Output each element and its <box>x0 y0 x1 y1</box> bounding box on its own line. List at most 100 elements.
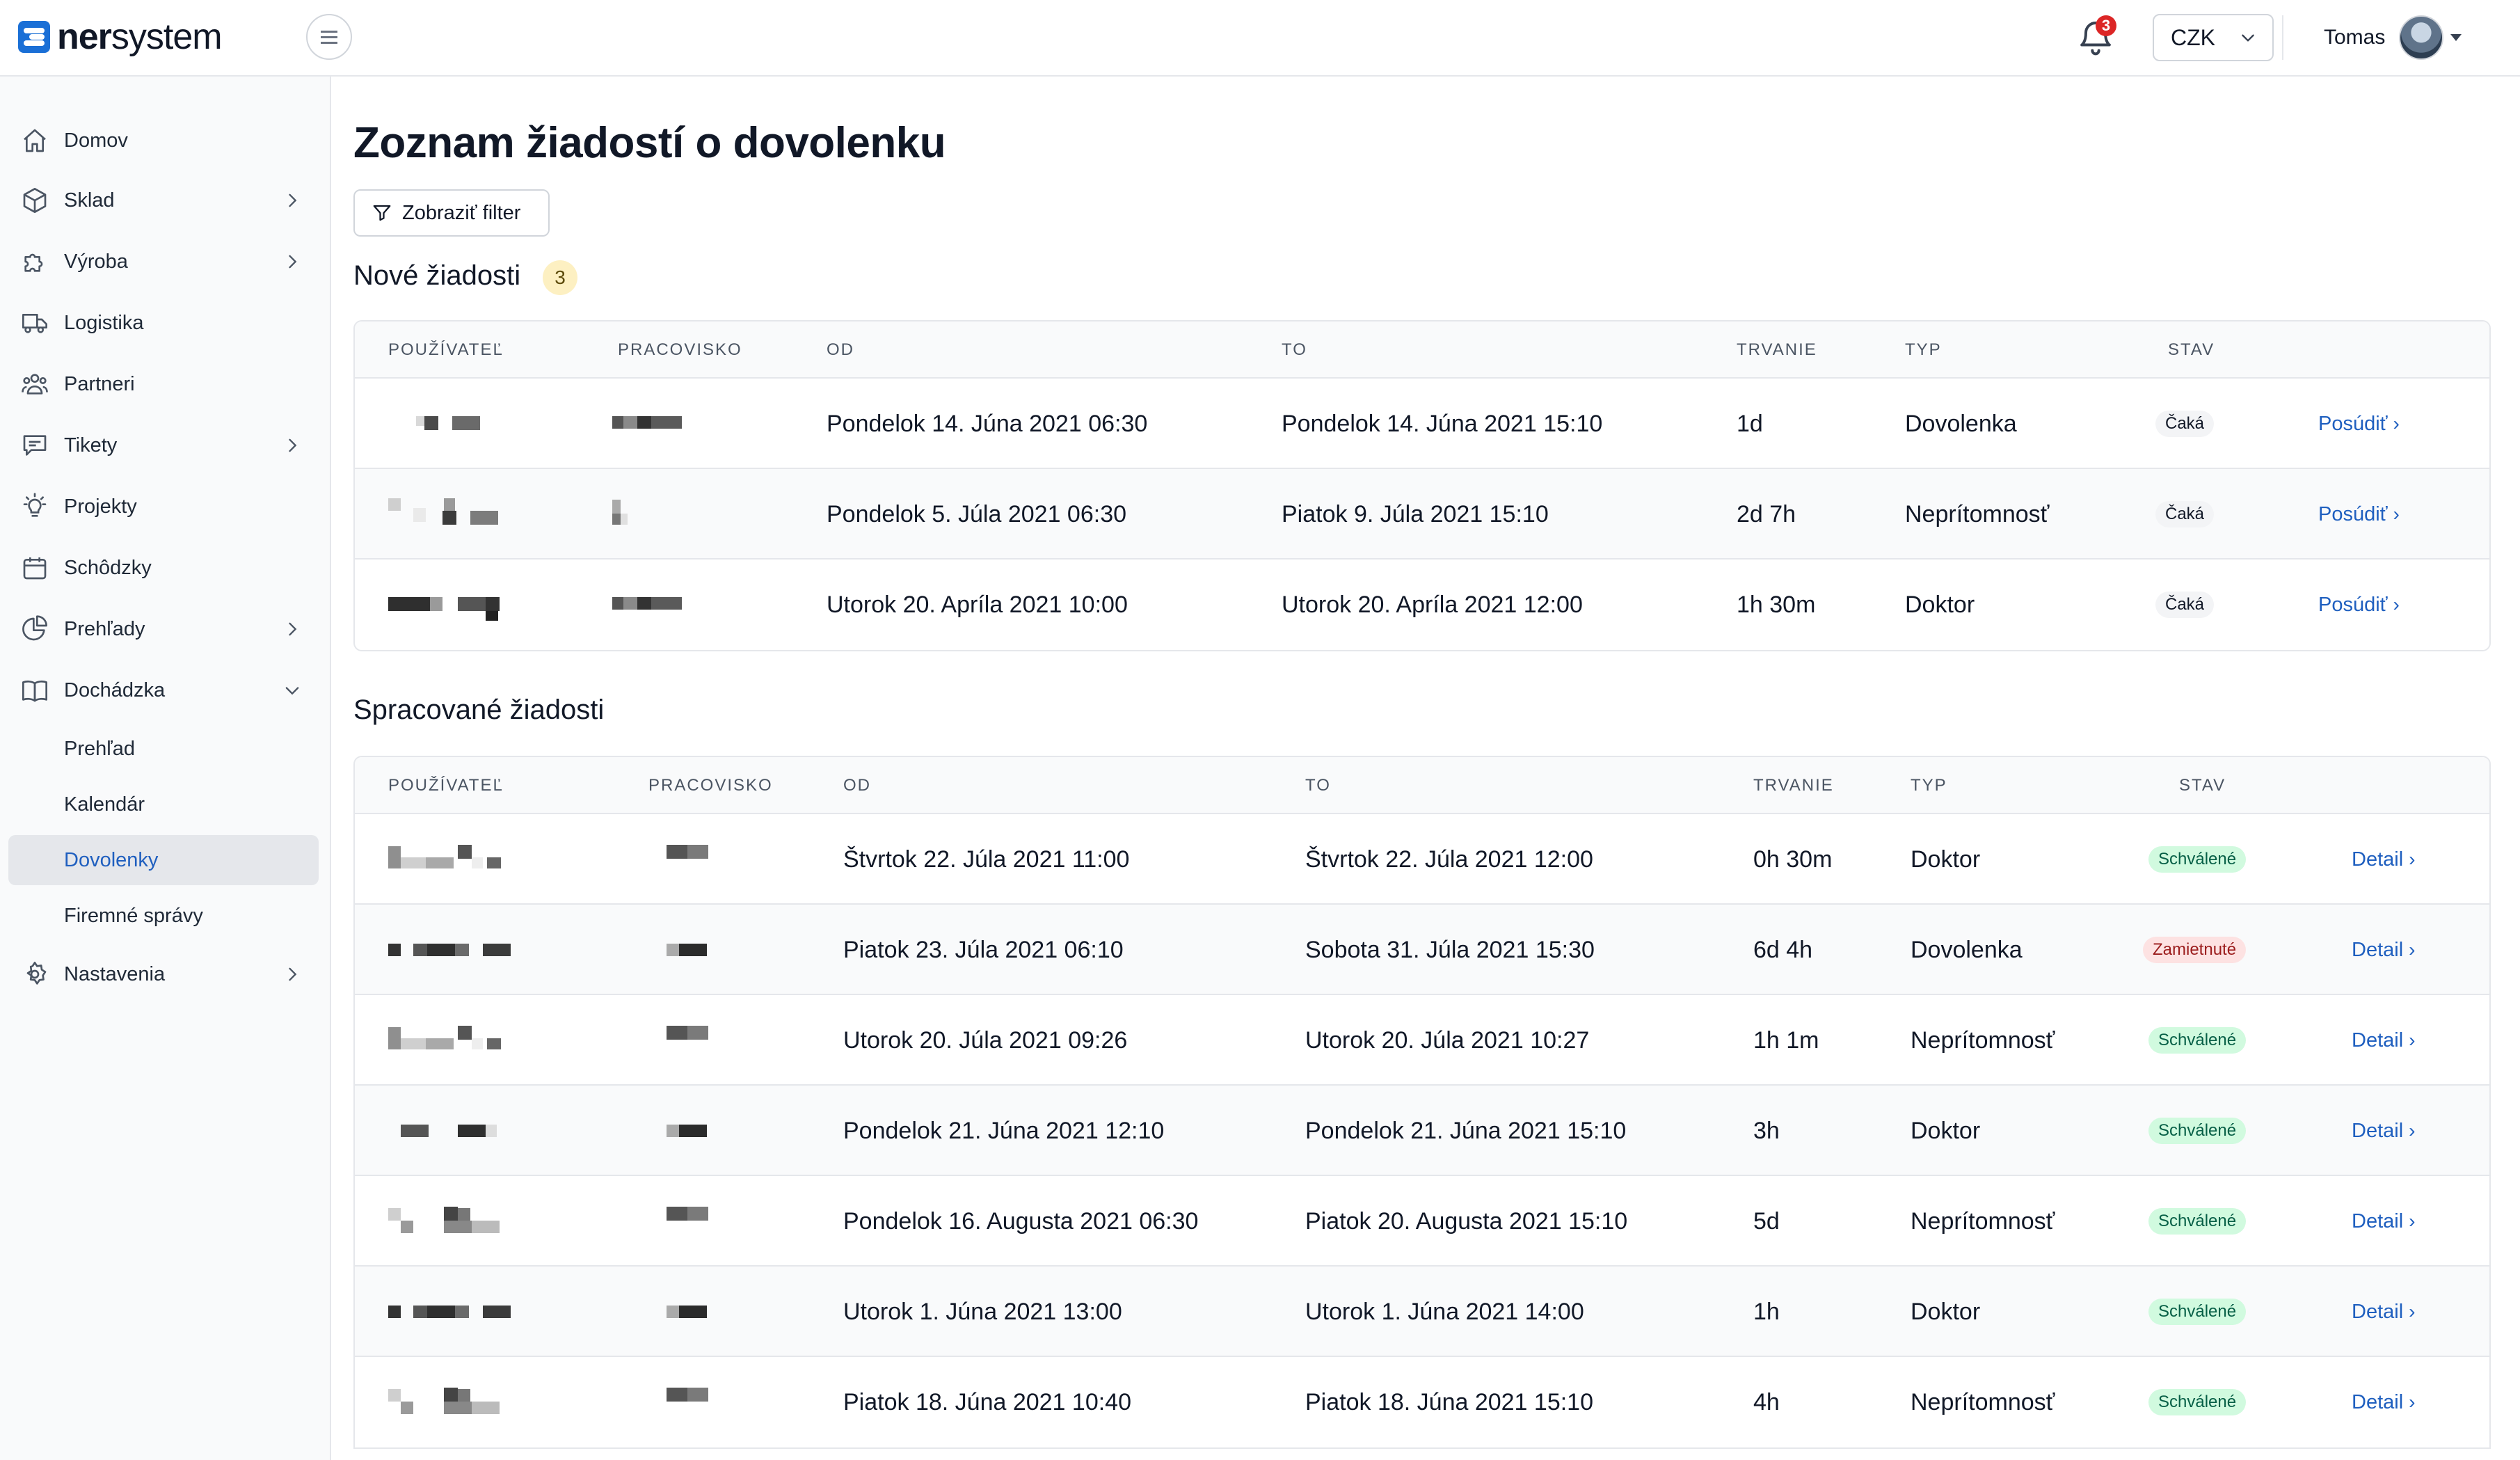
users-icon <box>22 374 48 395</box>
status-badge: Schválené <box>2148 1027 2247 1054</box>
column-header-user: POUŽÍVATEĽ <box>388 340 504 359</box>
review-link[interactable]: Posúdiť › <box>2318 379 2400 469</box>
sidebar-subitem-dovolenky[interactable]: Dovolenky <box>8 835 319 885</box>
status-badge: Zamietnuté <box>2143 937 2247 963</box>
table-row[interactable]: Utorok 20. Júla 2021 09:26 Utorok 20. Jú… <box>355 995 2489 1086</box>
new-requests-count-badge: 3 <box>543 260 577 295</box>
user-avatar-pixelated <box>416 379 500 469</box>
logo[interactable]: nersystem <box>18 15 223 58</box>
sidebar-item-schodzky[interactable]: Schôdzky <box>8 543 319 593</box>
from-date: Pondelok 5. Júla 2021 06:30 <box>827 501 1127 527</box>
currency-value: CZK <box>2171 24 2215 50</box>
sidebar-subitem-prehlad[interactable]: Prehľad <box>8 724 319 774</box>
column-header-status: STAV <box>2168 340 2215 359</box>
user-avatar-pixelated <box>388 1357 520 1447</box>
detail-link[interactable]: Detail › <box>2352 1086 2415 1176</box>
sidebar-item-vyroba[interactable]: Výroba <box>8 237 319 287</box>
chat-icon <box>23 435 47 456</box>
sidebar-item-nastavenia[interactable]: Nastavenia <box>8 949 319 999</box>
user-avatar-pixelated <box>388 905 520 995</box>
sidebar-item-label: Projekty <box>64 495 137 518</box>
column-header-from: OD <box>827 340 854 359</box>
sidebar-item-label: Logistika <box>64 311 144 334</box>
detail-link[interactable]: Detail › <box>2352 814 2415 905</box>
processed-requests-title: Spracované žiadosti <box>353 695 605 725</box>
table-row[interactable]: Utorok 1. Júna 2021 13:00 Utorok 1. Júna… <box>355 1267 2489 1357</box>
user-avatar-pixelated <box>388 469 520 560</box>
to-date: Štvrtok 22. Júla 2021 12:00 <box>1305 846 1593 873</box>
request-type: Neprítomnosť <box>1911 1027 2055 1054</box>
duration: 1h 1m <box>1753 1027 1819 1054</box>
chevron-right-icon: › <box>2409 1391 2416 1413</box>
lightbulb-icon <box>23 493 47 517</box>
notifications-button[interactable]: 3 <box>2076 15 2116 57</box>
chevron-right-icon: › <box>2409 1120 2416 1141</box>
from-date: Utorok 20. Júla 2021 09:26 <box>843 1027 1128 1054</box>
table-row[interactable]: Piatok 18. Júna 2021 10:40 Piatok 18. Jú… <box>355 1357 2489 1447</box>
from-date: Pondelok 16. Augusta 2021 06:30 <box>843 1208 1199 1235</box>
show-filter-button[interactable]: Zobraziť filter <box>353 189 550 237</box>
to-date: Utorok 1. Júna 2021 14:00 <box>1305 1299 1584 1325</box>
column-header-to: TO <box>1282 340 1307 359</box>
table-header: POUŽÍVATEĽ PRACOVISKO OD TO TRVANIE TYP … <box>355 322 2489 379</box>
table-row[interactable]: Pondelok 16. Augusta 2021 06:30 Piatok 2… <box>355 1176 2489 1267</box>
sidebar-item-label: Domov <box>64 129 128 152</box>
duration: 1h 30m <box>1737 592 1816 618</box>
detail-link[interactable]: Detail › <box>2352 905 2415 995</box>
table-row[interactable]: Pondelok 21. Júna 2021 12:10 Pondelok 21… <box>355 1086 2489 1176</box>
truck-icon <box>22 314 47 333</box>
chevron-right-icon: › <box>2409 1210 2416 1232</box>
table-row[interactable]: Štvrtok 22. Júla 2021 11:00 Štvrtok 22. … <box>355 814 2489 905</box>
detail-link[interactable]: Detail › <box>2352 1357 2415 1447</box>
duration: 1h <box>1753 1299 1780 1325</box>
user-avatar-pixelated <box>388 560 520 650</box>
sidebar-item-tikety[interactable]: Tikety <box>8 420 319 470</box>
avatar <box>2399 15 2444 60</box>
gear-icon <box>26 962 47 985</box>
duration: 1d <box>1737 411 1763 437</box>
to-date: Pondelok 14. Júna 2021 15:10 <box>1282 411 1603 437</box>
chevron-right-icon: › <box>2409 848 2416 870</box>
request-type: Doktor <box>1905 592 1975 618</box>
sidebar-item-prehlady[interactable]: Prehľady <box>8 604 319 654</box>
sidebar-item-dochadzka[interactable]: Dochádzka <box>8 665 319 715</box>
chevron-right-icon <box>289 193 297 207</box>
status-badge: Schválené <box>2148 1389 2247 1415</box>
sidebar-item-domov[interactable]: Domov <box>8 116 319 166</box>
detail-link[interactable]: Detail › <box>2352 1176 2415 1267</box>
table-row[interactable]: Piatok 23. Júla 2021 06:10 Sobota 31. Jú… <box>355 905 2489 995</box>
review-link[interactable]: Posúdiť › <box>2318 469 2400 560</box>
workplace-pixelated <box>612 469 654 560</box>
top-bar: nersystem 3 CZK Tomas <box>0 0 2520 77</box>
detail-link[interactable]: Detail › <box>2352 995 2415 1086</box>
status-badge: Čaká <box>2155 411 2215 437</box>
user-avatar-pixelated <box>388 1267 520 1357</box>
detail-link[interactable]: Detail › <box>2352 1267 2415 1357</box>
menu-toggle-button[interactable] <box>306 14 352 60</box>
table-row[interactable]: Pondelok 5. Júla 2021 06:30 Piatok 9. Jú… <box>355 469 2489 560</box>
sidebar-item-projekty[interactable]: Projekty <box>8 482 319 532</box>
table-row[interactable]: Utorok 20. Apríla 2021 10:00 Utorok 20. … <box>355 560 2489 650</box>
processed-requests-table: POUŽÍVATEĽ PRACOVISKO OD TO TRVANIE TYP … <box>353 756 2491 1449</box>
column-header-duration: TRVANIE <box>1753 776 1834 795</box>
notification-count-badge: 3 <box>2096 15 2116 36</box>
sidebar-subitem-kalendar[interactable]: Kalendár <box>8 779 319 830</box>
workplace-pixelated <box>667 1267 722 1357</box>
request-type: Neprítomnosť <box>1911 1208 2055 1235</box>
sidebar-subitem-firemne-spravy[interactable]: Firemné správy <box>8 891 319 941</box>
review-link[interactable]: Posúdiť › <box>2318 560 2400 650</box>
to-date: Piatok 9. Júla 2021 15:10 <box>1282 501 1549 527</box>
currency-select[interactable]: CZK <box>2153 14 2274 61</box>
user-avatar-pixelated <box>388 1176 520 1267</box>
from-date: Pondelok 14. Júna 2021 06:30 <box>827 411 1148 437</box>
user-avatar-pixelated <box>388 1086 520 1176</box>
sidebar-item-sklad[interactable]: Sklad <box>8 175 319 225</box>
table-header: POUŽÍVATEĽ PRACOVISKO OD TO TRVANIE TYP … <box>355 757 2489 814</box>
header-divider <box>2282 15 2283 60</box>
chevron-right-icon: › <box>2393 503 2400 525</box>
sidebar-item-partneri[interactable]: Partneri <box>8 359 319 409</box>
user-menu[interactable]: Tomas <box>2324 13 2462 63</box>
table-row[interactable]: Pondelok 14. Júna 2021 06:30 Pondelok 14… <box>355 379 2489 469</box>
column-header-status: STAV <box>2179 776 2226 795</box>
sidebar-item-logistika[interactable]: Logistika <box>8 298 319 348</box>
